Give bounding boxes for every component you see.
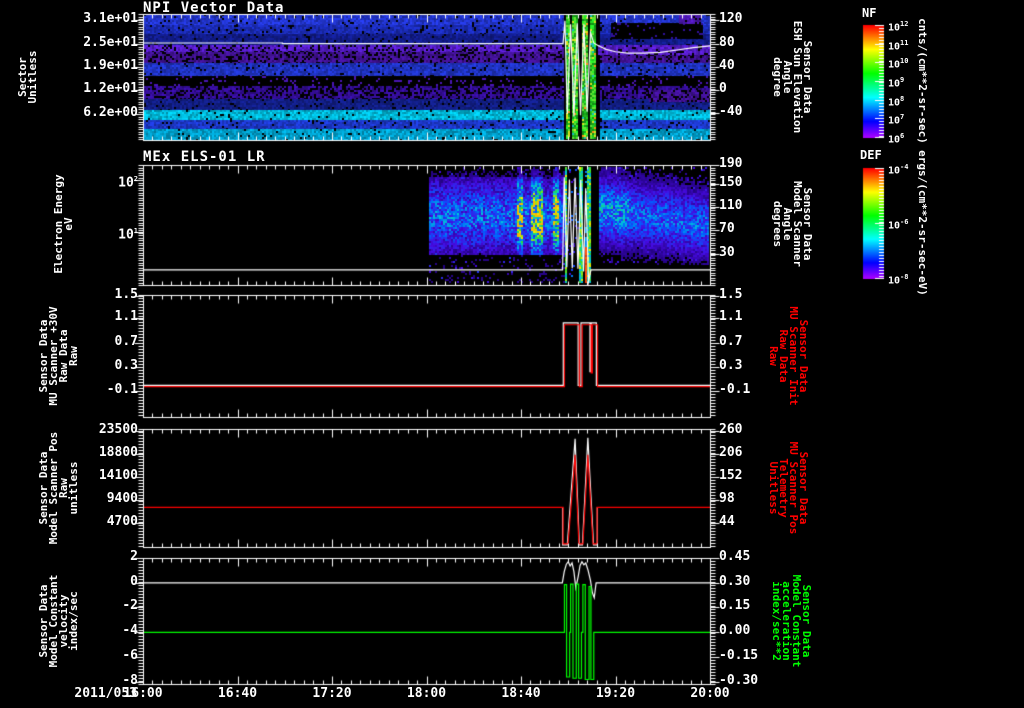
p3-right-tick-label: -0.1 — [719, 381, 751, 397]
colorbar-nf-tick-label: 106 — [888, 132, 905, 146]
colorbar-nf-tick-label: 107 — [888, 113, 905, 127]
colorbar-nf-tick-label: 1011 — [888, 38, 909, 52]
colorbar-nf-title: NF — [862, 6, 877, 20]
colorbar-nf-tick-label: 1012 — [888, 20, 909, 34]
x-axis-tick-label: 18:40 — [501, 686, 541, 701]
p1-right-tick-label: -40 — [719, 103, 743, 119]
p2-right-tick-label: 190 — [719, 156, 743, 171]
p5-right-tick-label: 0.30 — [719, 573, 751, 589]
p4-left-tick-label: 4700 — [106, 513, 138, 529]
colorbar-def-title: DEF — [860, 148, 882, 162]
colorbar-def-tick-label: 10-6 — [888, 218, 909, 232]
x-axis-tick-label: 20:00 — [690, 686, 730, 701]
panel1-title: NPI Vector Data — [143, 0, 285, 16]
x-axis-tick-label: 18:00 — [406, 686, 447, 701]
p5-left-tick-label: -4 — [122, 622, 138, 638]
p2-left-tick-label: 101 — [118, 226, 138, 243]
panel2-title: MEx ELS-01 LR — [143, 149, 266, 165]
colorbar-def-tick-label: 10-4 — [888, 163, 909, 177]
p5-left-tick-label: 2 — [130, 549, 138, 564]
p4-left-tick-label: 14100 — [98, 467, 138, 483]
colorbar-nf-tick-label: 1010 — [888, 57, 909, 71]
p4-left-tick-label: 18800 — [98, 444, 138, 460]
p1-left-tick-label: 2.5e+01 — [83, 34, 138, 50]
p4-left-tick-label: 23500 — [98, 421, 138, 437]
p2-right-tick-label: 70 — [719, 221, 735, 237]
p4-right-tick-label: 206 — [719, 444, 743, 460]
p3-left-tick-label: 0.3 — [114, 357, 138, 373]
p5-right-tick-label: 0.00 — [719, 622, 751, 638]
p1-right-tick-label: 120 — [719, 10, 743, 26]
p3-right-tick-label: 1.1 — [719, 308, 743, 324]
x-axis-tick-label: 16:00 — [123, 686, 163, 701]
p3-left-tick-label: 1.5 — [114, 286, 138, 302]
p3-right-tick-label: 0.7 — [719, 333, 743, 349]
p5-left-tick-label: 0 — [130, 573, 138, 589]
p5-left-tick-label: -2 — [122, 598, 138, 613]
colorbar-def-tick-label: 10-8 — [888, 273, 909, 287]
x-axis-tick-label: 16:40 — [217, 686, 258, 701]
panel1-left-axis-label: Sector Unitless — [16, 50, 39, 104]
p1-right-tick-label: 0 — [719, 80, 727, 96]
plot-figure: NPI Vector Data MEx ELS-01 LR Sector Uni… — [0, 0, 1024, 708]
p4-right-tick-label: 98 — [719, 490, 735, 506]
p4-right-tick-label: 260 — [719, 421, 743, 437]
p5-right-tick-label: 0.15 — [719, 598, 751, 613]
colorbar-nf-tick-label: 108 — [888, 94, 905, 108]
p2-right-tick-label: 30 — [719, 244, 735, 260]
p1-left-tick-label: 3.1e+01 — [83, 11, 138, 27]
p2-right-tick-label: 150 — [719, 174, 743, 190]
p1-left-tick-label: 1.9e+01 — [83, 57, 138, 73]
x-axis-tick-label: 17:20 — [312, 686, 352, 701]
p4-left-tick-label: 9400 — [106, 490, 138, 506]
x-axis-tick-label: 19:20 — [595, 686, 636, 701]
p1-left-tick-label: 1.2e+01 — [83, 80, 138, 96]
p3-left-tick-label: 1.1 — [114, 308, 138, 324]
p3-right-tick-label: 1.5 — [719, 286, 743, 302]
p4-right-tick-label: 44 — [719, 513, 735, 529]
p3-left-tick-label: 0.7 — [114, 333, 138, 349]
p5-right-tick-label: 0.45 — [719, 549, 751, 564]
colorbar-nf-tick-label: 109 — [888, 76, 905, 90]
p2-left-tick-label: 102 — [118, 175, 138, 191]
p2-right-tick-label: 110 — [719, 198, 743, 213]
p1-right-tick-label: 80 — [719, 34, 735, 50]
p3-right-tick-label: 0.3 — [719, 357, 743, 373]
p5-left-tick-label: -6 — [122, 648, 138, 664]
p1-right-tick-label: 40 — [719, 57, 735, 73]
chart-canvas — [0, 0, 1024, 708]
p4-right-tick-label: 152 — [719, 467, 743, 483]
p1-left-tick-label: 6.2e+00 — [83, 104, 138, 120]
p5-right-tick-label: -0.15 — [719, 648, 759, 664]
p3-left-tick-label: -0.1 — [106, 381, 138, 397]
